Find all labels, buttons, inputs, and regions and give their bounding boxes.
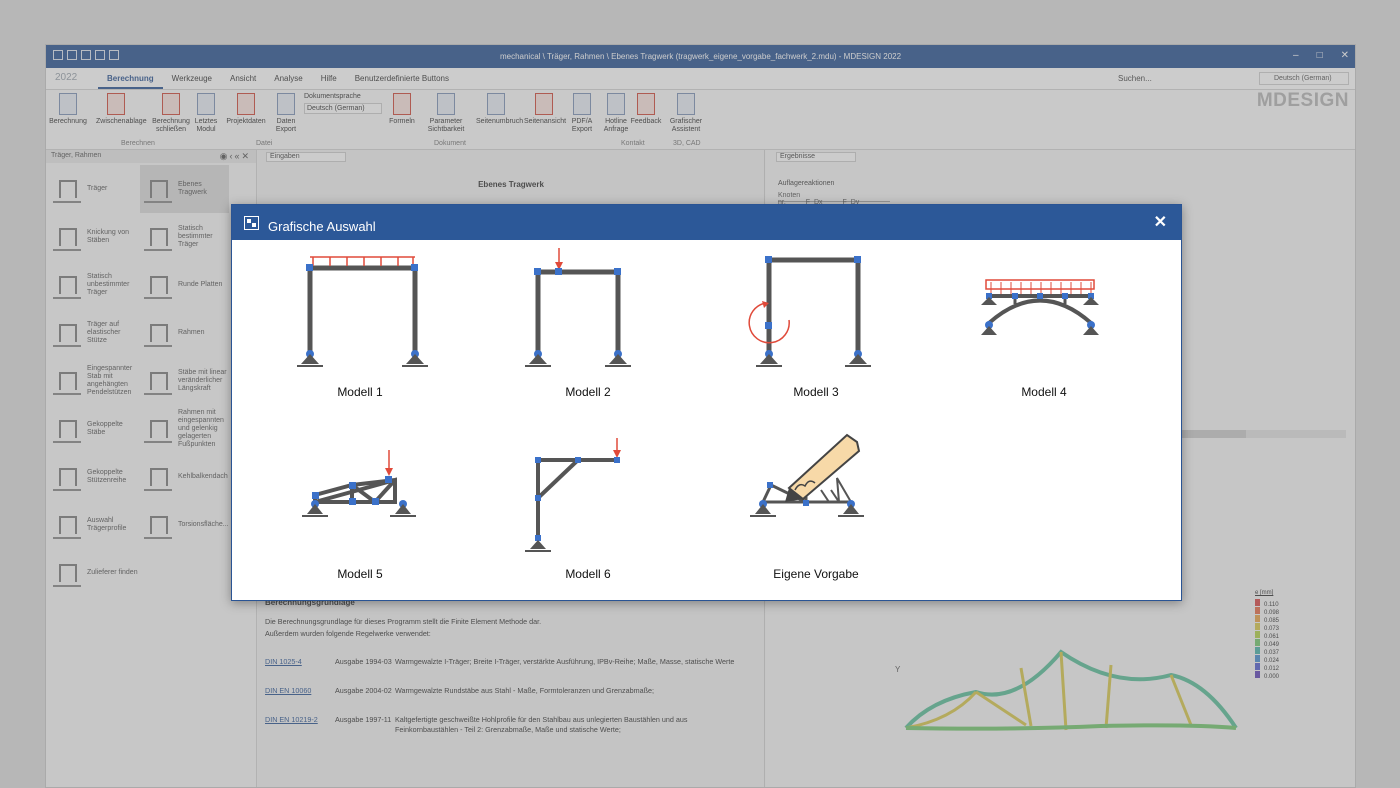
model-label: Modell 5 — [337, 567, 383, 581]
model-6-option[interactable]: Modell 6 — [483, 430, 693, 581]
dialog-icon — [244, 216, 259, 230]
dialog-title: Grafische Auswahl — [268, 219, 376, 234]
model-1-option[interactable]: Modell 1 — [255, 248, 465, 399]
graphic-selection-dialog: Grafische Auswahl ✕ Modell 1 Modell 2 Mo… — [231, 204, 1182, 601]
model-2-option[interactable]: Modell 2 — [483, 248, 693, 399]
model-label: Modell 4 — [1021, 385, 1067, 399]
model-label: Eigene Vorgabe — [773, 567, 859, 581]
model-label: Modell 3 — [793, 385, 839, 399]
model-label: Modell 6 — [565, 567, 611, 581]
model-grid: Modell 1 Modell 2 Modell 3 Modell 4 Mode… — [240, 240, 1175, 594]
close-icon[interactable]: ✕ — [1154, 212, 1167, 232]
model-5-option[interactable]: Modell 5 — [255, 430, 465, 581]
model-label: Modell 1 — [337, 385, 383, 399]
model-3-option[interactable]: Modell 3 — [711, 248, 921, 399]
model-4-option[interactable]: Modell 4 — [939, 248, 1149, 399]
model-label: Modell 2 — [565, 385, 611, 399]
dialog-title-bar: Grafische Auswahl ✕ — [232, 205, 1181, 240]
custom-model-option[interactable]: Eigene Vorgabe — [711, 430, 921, 581]
